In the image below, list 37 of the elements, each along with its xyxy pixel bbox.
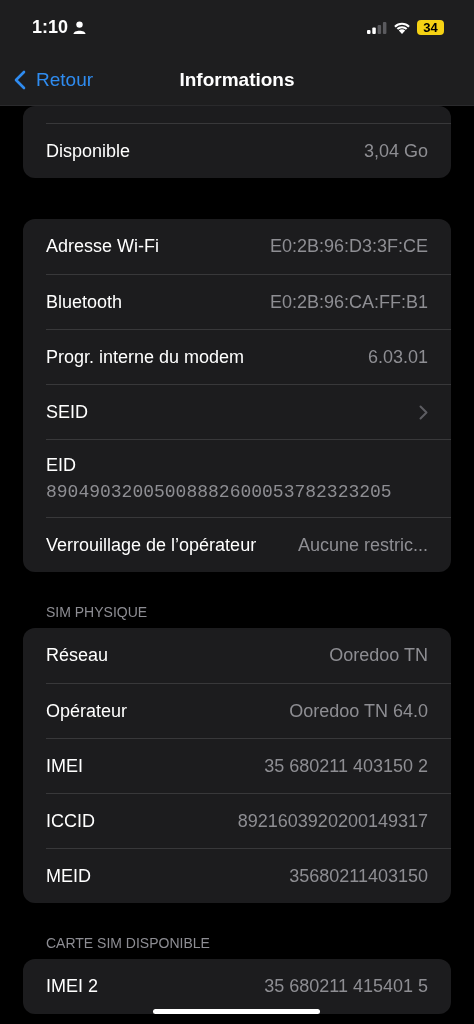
row-label: Verrouillage de l’opérateur (46, 534, 257, 556)
chevron-icon (419, 404, 428, 420)
back-button[interactable]: Retour (0, 69, 94, 91)
row-value: 35680211403150 (289, 865, 428, 887)
row-value: 35 680211 415401 5 (264, 976, 428, 997)
wifi-icon (393, 21, 411, 34)
row-value: E0:2B:96:D3:3F:CE (269, 236, 428, 257)
row-value: 89049032005008882600053782323205 (46, 482, 392, 502)
section-header: CARTE SIM DISPONIBLE (45, 934, 211, 953)
page-title: Informations (179, 69, 295, 91)
row-value: Ooredoo TN 64.0 (289, 700, 428, 722)
section-header: SIM PHYSIQUE (45, 603, 149, 622)
row-value: Ooredoo TN (329, 645, 428, 666)
row-value: E0:2B:96:CA:FF:B1 (269, 291, 428, 313)
row-label: Disponible (46, 140, 131, 162)
person-icon (73, 21, 87, 34)
row-value: Aucune restric... (297, 534, 428, 556)
row-label: Bluetooth (46, 291, 123, 313)
battery-indicator: 34 (417, 20, 444, 35)
row-label: SEID (46, 401, 88, 423)
row-value: 6.03.01 (367, 346, 428, 368)
row-label: EID (46, 455, 76, 476)
status-time: 1:10 (32, 17, 69, 38)
row-label: Adresse Wi-Fi (46, 236, 159, 257)
row-label: IMEI (46, 755, 83, 777)
row-value: 8921603920200149317 (237, 810, 428, 832)
row-label: IMEI 2 (46, 976, 98, 997)
row-label: MEID (46, 865, 91, 887)
row-label: Progr. interne du modem (46, 346, 245, 368)
row-label: ICCID (46, 810, 95, 832)
back-chevron-icon (14, 70, 26, 90)
row-label: Réseau (46, 645, 109, 666)
signal-icon (367, 21, 387, 34)
row-value: 3,04 Go (363, 140, 428, 162)
settings-row[interactable]: SEID (46, 384, 451, 439)
row-label: Opérateur (46, 700, 128, 722)
row-value: 35 680211 403150 2 (264, 755, 428, 777)
